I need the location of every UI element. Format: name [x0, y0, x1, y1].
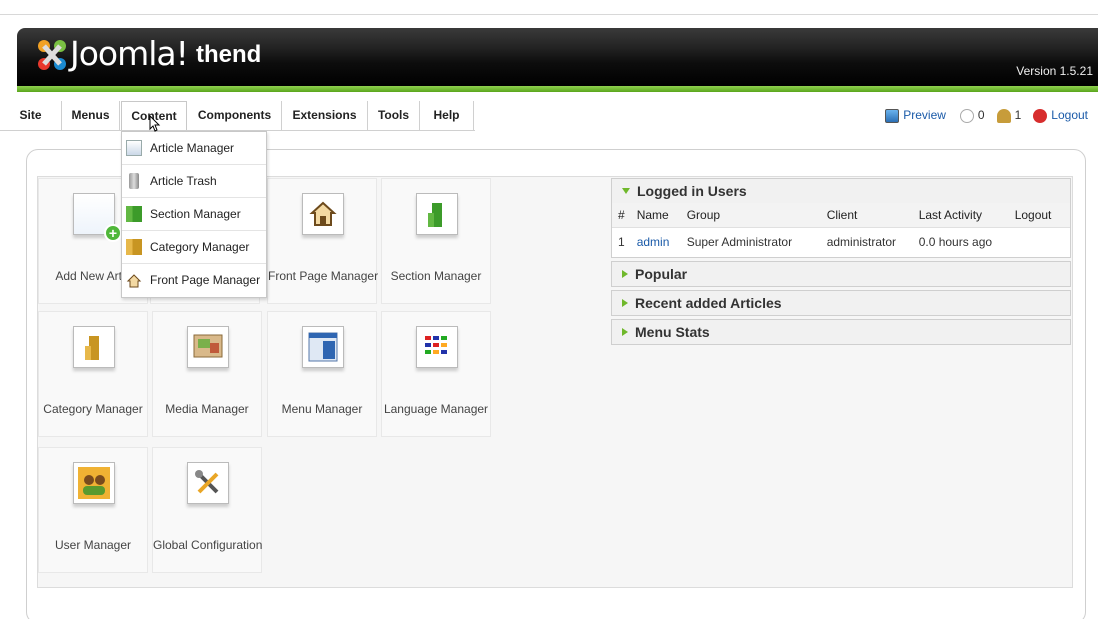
menu-components[interactable]: Components [188, 101, 282, 130]
logged-in-users-header[interactable]: Logged in Users [612, 179, 1070, 203]
tile-global-configuration[interactable]: Global Configuration [152, 447, 262, 573]
menu-site[interactable]: Site [0, 101, 62, 130]
recent-articles-module: Recent added Articles [611, 290, 1071, 316]
status-area: Preview 0 1 Logout [885, 101, 1088, 130]
article-manager-icon [126, 140, 142, 156]
configuration-icon [187, 462, 229, 504]
recent-articles-header[interactable]: Recent added Articles [612, 291, 1070, 315]
tile-menu-manager[interactable]: Menu Manager [267, 311, 377, 437]
tile-label: Menu Manager [281, 402, 363, 416]
menu-stats-header[interactable]: Menu Stats [612, 320, 1070, 344]
collapsed-arrow-icon [622, 270, 628, 278]
dropdown-item-section-manager[interactable]: Section Manager [122, 198, 266, 231]
popular-module: Popular [611, 261, 1071, 287]
tile-label: Section Manager [390, 269, 482, 283]
collapsed-arrow-icon [622, 328, 628, 336]
popular-header[interactable]: Popular [612, 262, 1070, 286]
users-icon [73, 462, 115, 504]
menu-icon [302, 326, 344, 368]
mouse-cursor-icon [149, 115, 161, 132]
dropdown-item-front-page-manager[interactable]: Front Page Manager [122, 264, 266, 297]
joomla-logo-icon [38, 40, 66, 70]
dropdown-item-category-manager[interactable]: Category Manager [122, 231, 266, 264]
trash-icon [129, 173, 139, 189]
tile-user-manager[interactable]: User Manager [38, 447, 148, 573]
preview-link[interactable]: Preview [903, 101, 946, 130]
logged-in-users-table: # Name Group Client Last Activity Logout… [612, 203, 1070, 257]
tile-label: Front Page Manager [268, 269, 379, 283]
users-online-icon [996, 108, 1011, 123]
tile-language-manager[interactable]: Language Manager [381, 311, 491, 437]
menu-menus[interactable]: Menus [62, 101, 120, 130]
tile-label: Global Configuration [153, 538, 263, 552]
header-accent-strip [17, 86, 1098, 92]
site-name: thend [196, 41, 262, 68]
media-icon [187, 326, 229, 368]
menu-extensions[interactable]: Extensions [282, 101, 368, 130]
modules-column: Logged in Users # Name Group Client Last… [611, 178, 1071, 348]
tile-category-manager[interactable]: Category Manager [38, 311, 148, 437]
dropdown-item-article-trash[interactable]: Article Trash [122, 165, 266, 198]
table-header-row: # Name Group Client Last Activity Logout [612, 203, 1070, 227]
dropdown-item-article-manager[interactable]: Article Manager [122, 132, 266, 165]
add-article-icon: + [73, 193, 122, 242]
menu-stats-module: Menu Stats [611, 319, 1071, 345]
top-divider [0, 14, 1098, 15]
section-icon [416, 193, 458, 235]
section-manager-icon [126, 206, 142, 222]
users-online-count[interactable]: 1 [1015, 101, 1022, 130]
messages-count[interactable]: 0 [978, 101, 985, 130]
menu-help[interactable]: Help [420, 101, 474, 130]
table-row: 1 admin Super Administrator administrato… [612, 226, 1070, 257]
content-dropdown-menu: Article Manager Article Trash Section Ma… [121, 131, 267, 298]
front-page-icon [302, 193, 344, 235]
menu-tools[interactable]: Tools [368, 101, 420, 130]
logged-in-users-module: Logged in Users # Name Group Client Last… [611, 178, 1071, 258]
tile-label: User Manager [54, 538, 132, 552]
version-label: Version 1.5.21 [1016, 64, 1093, 78]
tile-label: Media Manager [165, 402, 249, 416]
language-icon [416, 326, 458, 368]
tile-front-page-manager[interactable]: Front Page Manager [267, 178, 379, 304]
logout-icon [1033, 108, 1048, 123]
front-page-manager-icon [126, 273, 142, 287]
messages-icon [959, 108, 974, 123]
logout-link[interactable]: Logout [1051, 101, 1088, 130]
user-link[interactable]: admin [630, 226, 681, 257]
expanded-arrow-icon [622, 188, 630, 194]
collapsed-arrow-icon [622, 299, 628, 307]
tile-section-manager[interactable]: Section Manager [381, 178, 491, 304]
preview-icon [885, 108, 900, 123]
category-icon [73, 326, 115, 368]
tile-label: Category Manager [43, 402, 143, 416]
tile-label: Language Manager [383, 402, 489, 416]
category-manager-icon [126, 239, 142, 255]
tile-media-manager[interactable]: Media Manager [152, 311, 262, 437]
joomla-logo-text: Joomla! [70, 34, 189, 73]
